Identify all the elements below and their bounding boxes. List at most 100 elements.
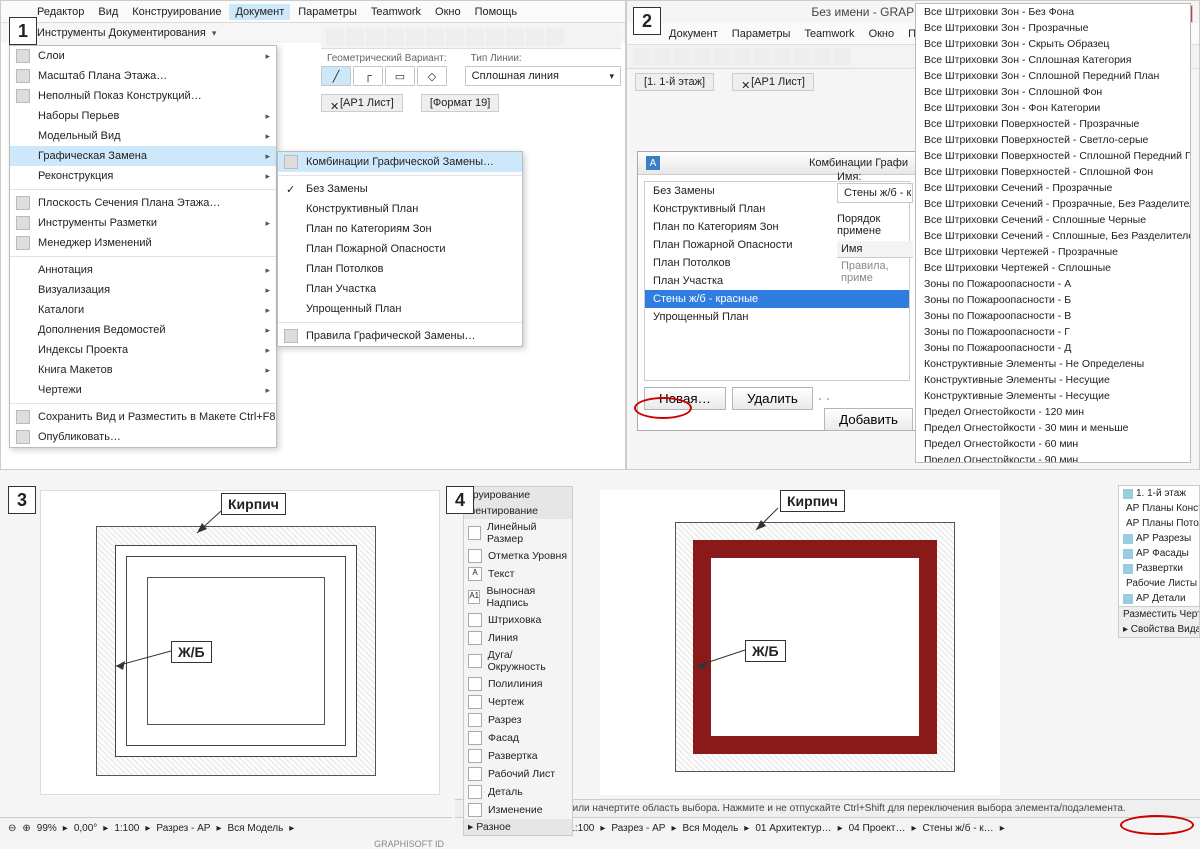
submenu-item[interactable]: План по Категориям Зон (278, 219, 522, 239)
submenu-item[interactable]: Упрощенный План (278, 299, 522, 319)
rule-list-item[interactable]: Все Штриховки Поверхностей - Сплошной Пе… (916, 148, 1190, 164)
palette-group[interactable]: ▸ Разное (464, 819, 572, 835)
rule-list-item[interactable]: Все Штриховки Поверхностей - Прозрачные (916, 116, 1190, 132)
palette-tool[interactable]: Развертка (464, 747, 572, 765)
submenu-item[interactable]: ✓Без Замены (278, 179, 522, 199)
rule-list-item[interactable]: Зоны по Пожароопасности - Б (916, 292, 1190, 308)
zoom-value[interactable]: 99% (37, 823, 57, 834)
palette-tool[interactable]: Линейный Размер (464, 519, 572, 547)
rule-list-item[interactable]: Все Штриховки Зон - Скрыть Образец (916, 36, 1190, 52)
submenu-item[interactable]: Комбинации Графической Замены… (278, 152, 522, 172)
tool-icon[interactable] (773, 48, 791, 66)
geovar-option-rect[interactable]: ▭ (385, 66, 415, 86)
submenu-item[interactable]: План Пожарной Опасности (278, 239, 522, 259)
rotation-value[interactable]: 0,00° (74, 823, 97, 834)
menu-item[interactable]: Каталоги▸ (10, 300, 276, 320)
menu-item[interactable]: Дополнения Ведомостей▸ (10, 320, 276, 340)
menu-item[interactable]: Неполный Показ Конструкций… (10, 86, 276, 106)
rule-list-item[interactable]: Зоны по Пожароопасности - В (916, 308, 1190, 324)
rule-list-item[interactable]: Все Штриховки Сечений - Сплошные, Без Ра… (916, 228, 1190, 244)
palette-tool[interactable]: Линия (464, 629, 572, 647)
menu-editor[interactable]: Редактор (31, 4, 90, 20)
section-value-2[interactable]: Разрез - АР (611, 823, 665, 834)
rule-list-item[interactable]: Все Штриховки Зон - Сплошной Фон (916, 84, 1190, 100)
tool-icon[interactable] (326, 28, 344, 46)
menu2-document[interactable]: Документ (663, 26, 724, 42)
submenu-item[interactable]: Конструктивный План (278, 199, 522, 219)
linetype-dropdown[interactable]: Сплошная линия▾ (465, 66, 621, 86)
palette-tool[interactable]: Дуга/Окружность (464, 647, 572, 675)
tool-icon[interactable] (546, 28, 564, 46)
nav-item[interactable]: АР Разрезы (1119, 531, 1199, 546)
palette-tool[interactable]: Чертеж (464, 693, 572, 711)
menu-item[interactable]: Опубликовать… (10, 427, 276, 447)
rule-list-item[interactable]: Конструктивные Элементы - Не Определены (916, 356, 1190, 372)
menu-item[interactable]: Визуализация▸ (10, 280, 276, 300)
zoom-out-icon[interactable]: ⊖ (8, 823, 16, 834)
tool-icon[interactable] (426, 28, 444, 46)
palette-tool[interactable]: Деталь (464, 783, 572, 801)
add-button[interactable]: Добавить (824, 408, 913, 431)
menu-item[interactable]: Книга Макетов▸ (10, 360, 276, 380)
rule-list-item[interactable]: Все Штриховки Поверхностей - Сплошной Фо… (916, 164, 1190, 180)
rule-list-item[interactable]: Все Штриховки Сечений - Прозрачные (916, 180, 1190, 196)
model-value[interactable]: Вся Модель (228, 823, 284, 834)
tool-icon[interactable] (693, 48, 711, 66)
nav-item[interactable]: АР Детали (1119, 591, 1199, 606)
tool-icon[interactable] (526, 28, 544, 46)
menu-item[interactable]: Модельный Вид▸ (10, 126, 276, 146)
tool-icon[interactable] (733, 48, 751, 66)
proj-value[interactable]: 04 Проект… (849, 823, 906, 834)
rule-list-item[interactable]: Конструктивные Элементы - Несущие (916, 388, 1190, 404)
palette-tool[interactable]: Рабочий Лист (464, 765, 572, 783)
rule-list-item[interactable]: Все Штриховки Зон - Сплошной Передний Пл… (916, 68, 1190, 84)
tool-icon[interactable] (813, 48, 831, 66)
palette-group[interactable]: ментирование (464, 503, 572, 519)
nav-item[interactable]: АР Планы Констр (1119, 501, 1199, 516)
menu-item[interactable]: Индексы Проекта▸ (10, 340, 276, 360)
palette-tool[interactable]: A1Выносная Надпись (464, 583, 572, 611)
submenu-item[interactable]: План Участка (278, 279, 522, 299)
doc-tools-header[interactable]: Инструменты Документирования (37, 27, 206, 39)
menu-item[interactable]: Масштаб Плана Этажа… (10, 66, 276, 86)
geovar-option-rot[interactable]: ◇ (417, 66, 447, 86)
tool-icon[interactable] (673, 48, 691, 66)
palette-tool[interactable]: Разрез (464, 711, 572, 729)
delete-button[interactable]: Удалить (732, 387, 813, 410)
submenu-item[interactable]: План Потолков (278, 259, 522, 279)
name-field[interactable]: Стены ж/б - красн (837, 183, 913, 203)
rule-list-item[interactable]: Все Штриховки Поверхностей - Светло-серы… (916, 132, 1190, 148)
import-icon[interactable] (819, 398, 821, 400)
tab-ap1[interactable]: ✕[АР1 Лист] (321, 94, 403, 112)
tool-icon[interactable] (346, 28, 364, 46)
menu-design[interactable]: Конструирование (126, 4, 227, 20)
rule-list-item[interactable]: Зоны по Пожароопасности - Д (916, 340, 1190, 356)
tool-icon[interactable] (466, 28, 484, 46)
menu-item[interactable]: Инструменты Разметки▸ (10, 213, 276, 233)
rule-list-item[interactable]: Предел Огнестойкости - 120 мин (916, 404, 1190, 420)
tool-icon[interactable] (653, 48, 671, 66)
menu-window[interactable]: Окно (429, 4, 467, 20)
rule-list-item[interactable]: Все Штриховки Чертежей - Прозрачные (916, 244, 1190, 260)
nav-item[interactable]: АР Планы Потол (1119, 516, 1199, 531)
menu-item[interactable]: Сохранить Вид и Разместить в Макете Ctrl… (10, 407, 276, 427)
tab-ap1-2[interactable]: ✕[АР1 Лист] (732, 73, 814, 91)
rule-list-item[interactable]: Предел Огнестойкости - 60 мин (916, 436, 1190, 452)
menu-item[interactable]: Аннотация▸ (10, 260, 276, 280)
tool-icon[interactable] (486, 28, 504, 46)
geovar-option-step[interactable]: ┌ (353, 66, 383, 86)
tool-icon[interactable] (446, 28, 464, 46)
nav-item[interactable]: 1. 1-й этаж (1119, 486, 1199, 501)
menu-item[interactable]: Слои▸ (10, 46, 276, 66)
nav-item[interactable]: Развертки (1119, 561, 1199, 576)
chevron-down-icon[interactable]: ▾ (212, 28, 217, 39)
rule-list-item[interactable]: Зоны по Пожароопасности - Г (916, 324, 1190, 340)
nav-item[interactable]: Рабочие Листы (1119, 576, 1199, 591)
tool-icon[interactable] (793, 48, 811, 66)
rule-list-item[interactable]: Все Штриховки Сечений - Сплошные Черные (916, 212, 1190, 228)
rule-list-item[interactable]: Конструктивные Элементы - Несущие (916, 372, 1190, 388)
menu-item[interactable]: Графическая Замена▸ (10, 146, 276, 166)
menu-view[interactable]: Вид (92, 4, 124, 20)
menu2-options[interactable]: Параметры (726, 26, 797, 42)
menu-item[interactable]: Чертежи▸ (10, 380, 276, 400)
